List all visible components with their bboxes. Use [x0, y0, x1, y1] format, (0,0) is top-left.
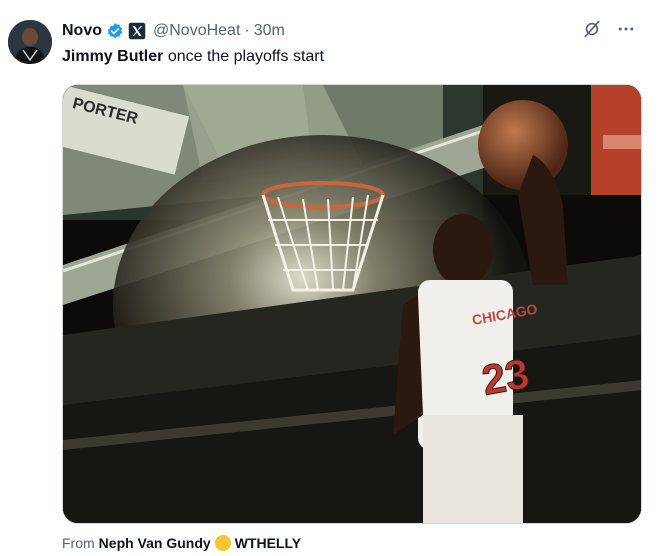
- source-suffix[interactable]: WTHELLY: [235, 535, 301, 551]
- tweet-text-rest: once the playoffs start: [163, 48, 325, 65]
- separator-dot: ·: [244, 22, 250, 39]
- tweet-media[interactable]: PORTER CHICAGO 23: [62, 84, 642, 524]
- tweet-header: Novo @NovoHeat · 30m: [62, 20, 285, 42]
- from-prefix: From: [62, 535, 95, 551]
- tweet-actions: [581, 18, 637, 40]
- x-logo-icon: [128, 22, 146, 40]
- media-source: From Neph Van Gundy WTHELLY: [62, 535, 301, 551]
- timestamp[interactable]: 30m: [254, 22, 285, 40]
- tweet-text-bold: Jimmy Butler: [62, 48, 164, 65]
- grok-icon[interactable]: [581, 18, 603, 40]
- more-icon[interactable]: [615, 18, 637, 40]
- tweet-text: Jimmy Butler once the playoffs start: [62, 48, 324, 66]
- author-name[interactable]: Novo: [62, 22, 102, 40]
- author-handle[interactable]: @NovoHeat: [153, 22, 240, 40]
- jersey-number: 23: [478, 349, 532, 403]
- verified-badge-icon: [106, 22, 124, 40]
- avatar[interactable]: [8, 20, 52, 64]
- emoji-icon: [214, 535, 231, 551]
- source-name-link[interactable]: Neph Van Gundy: [99, 535, 211, 551]
- tweet: Novo @NovoHeat · 30m Jimmy Butler once t…: [0, 0, 661, 556]
